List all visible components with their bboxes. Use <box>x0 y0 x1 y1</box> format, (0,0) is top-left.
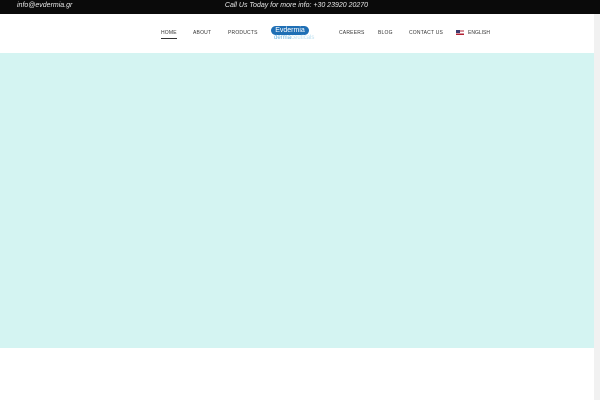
nav-home[interactable]: HOME <box>161 30 177 39</box>
hero-banner <box>0 53 594 348</box>
top-bar: info@evdermia.gr Call Us Today for more … <box>0 0 600 14</box>
language-label: ENGLISH <box>468 30 490 36</box>
call-info-text: Call Us Today for more info: +30 23920 2… <box>224 2 369 9</box>
nav-contact-us[interactable]: CONTACT US <box>409 30 443 36</box>
logo-brand: Evdermia <box>271 26 309 35</box>
nav-about[interactable]: ABOUT <box>193 30 211 36</box>
logo-subtitle-part2: ceuticals <box>291 35 315 41</box>
page-scrollbar[interactable] <box>594 14 600 400</box>
logo-subtitle: dermaceuticals <box>274 35 314 41</box>
nav-blog[interactable]: BLOG <box>378 30 393 36</box>
us-flag-icon <box>456 30 464 35</box>
site-header: HOME ABOUT PRODUCTS Evdermia dermaceutic… <box>0 14 594 53</box>
logo-subtitle-part1: derma <box>274 35 292 41</box>
nav-careers[interactable]: CAREERS <box>339 30 365 36</box>
site-logo[interactable]: Evdermia dermaceuticals <box>271 26 325 44</box>
nav-products[interactable]: PRODUCTS <box>228 30 258 36</box>
